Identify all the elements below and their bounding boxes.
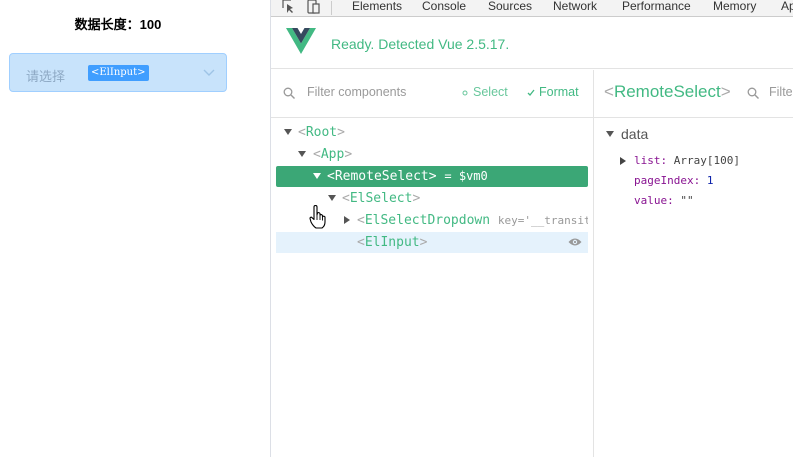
expand-arrow-icon[interactable] — [284, 129, 292, 135]
inspector-title: <RemoteSelect> — [604, 82, 731, 102]
component-name: App — [320, 147, 345, 162]
tab-console[interactable]: Console — [422, 0, 466, 13]
prop-pageindex[interactable]: pageIndex: 1 — [634, 174, 713, 188]
tab-memory[interactable]: Memory — [713, 0, 756, 13]
search-icon — [283, 87, 295, 99]
tab-performance[interactable]: Performance — [622, 0, 691, 13]
tab-sources[interactable]: Sources — [488, 0, 532, 13]
expand-arrow-icon[interactable] — [328, 195, 336, 201]
tag-close-bracket: > — [419, 235, 428, 250]
tag-open-bracket: < — [342, 191, 350, 206]
check-icon — [527, 89, 535, 96]
prop-list[interactable]: list: Array[100] — [620, 154, 740, 168]
component-name: ElSelectDropdown — [364, 213, 491, 228]
select-label: Select — [473, 85, 508, 99]
devtools-tab-bar: Elements Console Sources Network Perform… — [271, 0, 793, 17]
prop-key: list: — [634, 154, 668, 167]
inspector-component-name: RemoteSelect — [613, 82, 721, 101]
tree-node-remoteselect[interactable]: <RemoteSelect> = $vm0 — [276, 166, 588, 187]
tag-open-bracket: < — [357, 213, 365, 228]
tree-node-elinput[interactable]: <ElInput> — [276, 232, 588, 253]
devtools-panel: Elements Console Sources Network Perform… — [271, 0, 793, 457]
component-highlight-tag: <ElInput> — [88, 65, 149, 81]
inspect-cursor-icon[interactable] — [281, 0, 295, 14]
components-toolbar: Filter components Select Format — [271, 70, 593, 118]
filter-state-input[interactable]: Filte — [769, 85, 793, 99]
search-icon — [747, 87, 759, 99]
tab-application[interactable]: Ap — [781, 0, 793, 13]
component-name: ElSelect — [349, 191, 413, 206]
expand-arrow-icon[interactable] — [313, 173, 321, 179]
tree-node-app[interactable]: <App> — [276, 144, 588, 165]
prop-value[interactable]: value: "" — [634, 194, 694, 208]
tab-elements[interactable]: Elements — [352, 0, 402, 13]
vue-devtools-header: Ready. Detected Vue 2.5.17. — [271, 18, 793, 69]
data-section-toggle[interactable]: data — [606, 126, 648, 142]
target-icon — [462, 90, 468, 96]
component-key: key='__transit — [497, 214, 588, 227]
eye-icon[interactable] — [568, 237, 582, 247]
remote-select[interactable]: 请选择 <ElInput> — [9, 53, 227, 92]
prop-key: value: — [634, 194, 674, 207]
select-placeholder: 请选择 — [26, 69, 66, 84]
vue-logo-icon — [286, 28, 316, 54]
vue-ready-status: Ready. Detected Vue 2.5.17. — [331, 36, 510, 52]
format-button[interactable]: Format — [527, 85, 579, 99]
tag-open-bracket: < — [327, 169, 335, 184]
expand-arrow-icon[interactable] — [298, 151, 306, 157]
tag-open-bracket: < — [313, 147, 321, 162]
data-length-label: 数据长度：100 — [74, 17, 162, 32]
prop-value: 1 — [706, 174, 714, 187]
prop-value: "" — [680, 194, 694, 207]
tree-node-root[interactable]: <Root> — [276, 122, 588, 143]
expand-arrow-icon[interactable] — [606, 131, 614, 137]
component-inspector: <RemoteSelect> Filte data list: Array[10… — [594, 70, 793, 457]
component-name: RemoteSelect — [334, 169, 429, 184]
tab-network[interactable]: Network — [553, 0, 597, 13]
toolbar-separator — [331, 1, 332, 15]
tag-open-bracket: < — [298, 125, 306, 140]
tag-close-bracket: > — [337, 125, 345, 140]
prop-value: Array[100] — [673, 154, 740, 167]
component-name: Root — [305, 125, 338, 140]
collapse-arrow-icon[interactable] — [344, 216, 350, 224]
tag-close-bracket: > — [720, 82, 731, 101]
app-pane: 数据长度：100 请选择 <ElInput> — [0, 0, 271, 457]
vm-reference: = $vm0 — [444, 169, 488, 183]
hand-cursor-icon — [309, 205, 326, 229]
tag-close-bracket: > — [344, 147, 353, 162]
chevron-down-icon[interactable] — [203, 66, 215, 78]
component-name: ElInput — [364, 235, 420, 250]
format-label: Format — [539, 85, 579, 99]
tag-close-bracket: > — [428, 169, 437, 184]
tag-open-bracket: < — [604, 82, 614, 101]
inspector-header: <RemoteSelect> Filte — [594, 70, 793, 118]
select-component-button[interactable]: Select — [461, 85, 508, 99]
components-pane: Filter components Select Format <Root> <… — [271, 70, 594, 457]
collapse-arrow-icon[interactable] — [620, 157, 626, 165]
filter-components-input[interactable]: Filter components — [307, 85, 406, 99]
prop-key: pageIndex: — [634, 174, 701, 187]
tag-open-bracket: < — [357, 235, 365, 250]
device-toggle-icon[interactable] — [307, 0, 321, 14]
tag-close-bracket: > — [412, 191, 421, 206]
data-section-label: data — [621, 126, 649, 142]
